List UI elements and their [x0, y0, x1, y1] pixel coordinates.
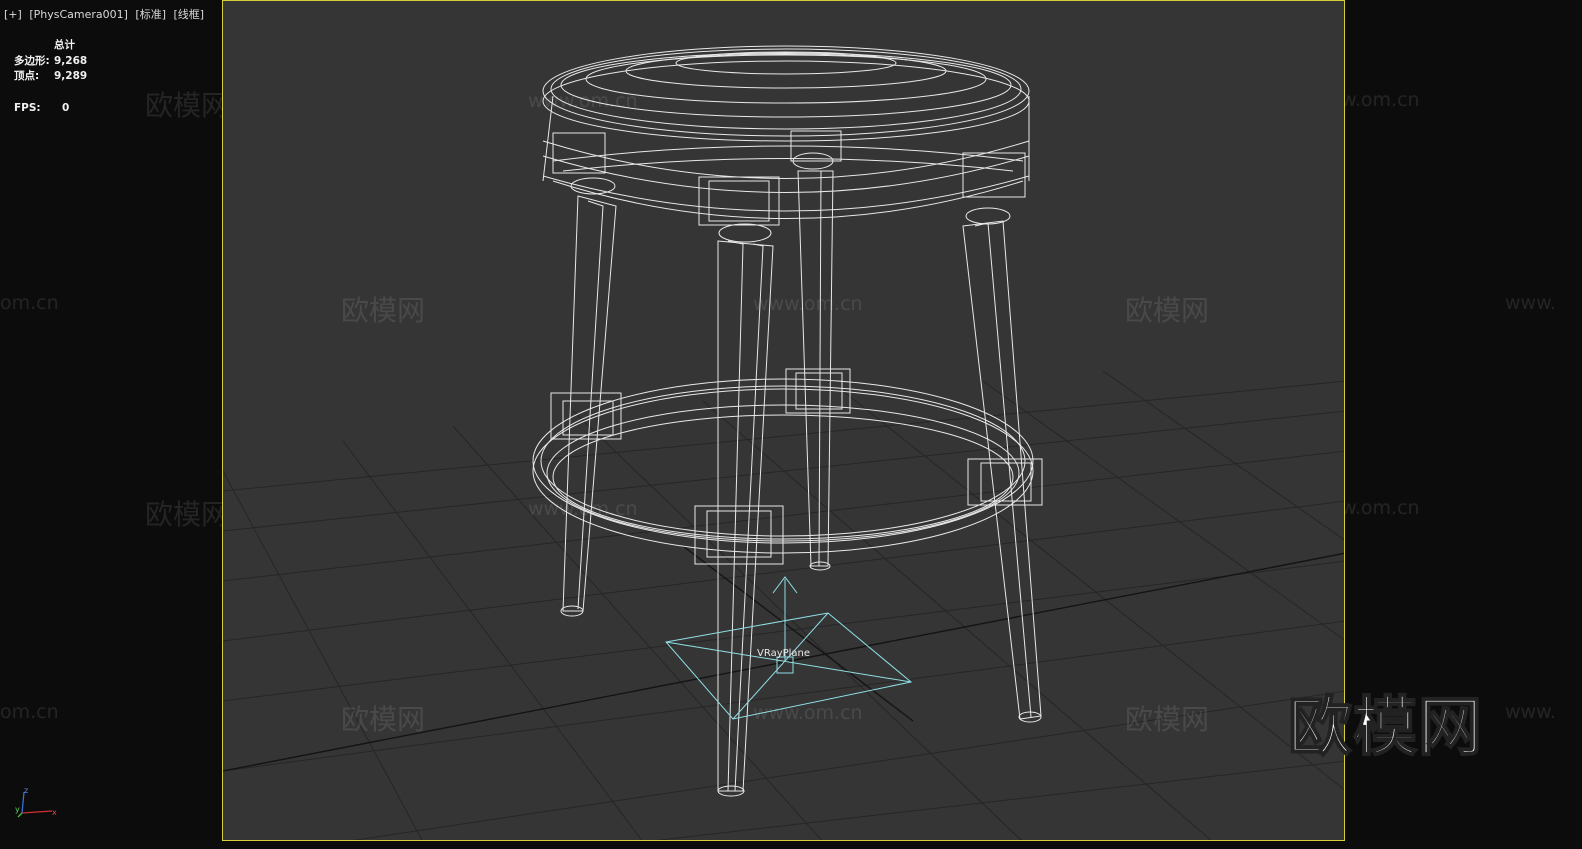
- watermark-url: www.om.cn: [528, 90, 638, 112]
- viewport-label[interactable]: [+] [PhysCamera001] [标准] [线框]: [4, 6, 208, 22]
- axis-y-label: y: [15, 805, 20, 814]
- watermark-url: om.cn: [0, 701, 59, 723]
- viewport-statistics: 总计 多边形: 9,268 顶点: 9,289 FPS: 0: [14, 38, 87, 116]
- axis-z-label: z: [24, 786, 28, 795]
- watermark-logo: 欧模网: [1125, 294, 1210, 327]
- watermark-logo: 欧模网: [1125, 703, 1210, 736]
- axis-tripod-icon: z x y: [12, 786, 58, 824]
- brand-logo: 欧模网: [1287, 690, 1483, 766]
- watermark-logo: 欧模网: [341, 703, 426, 736]
- watermark-logo: 欧模网: [341, 294, 426, 327]
- watermark-url: om.cn: [0, 292, 59, 314]
- shading-menu-button[interactable]: [标准]: [135, 8, 166, 21]
- watermark-url: www.: [1505, 292, 1556, 314]
- polygons-label: 多边形:: [14, 54, 50, 67]
- stool-wireframe[interactable]: [532, 45, 1043, 797]
- watermark-url: www.om.cn: [528, 498, 638, 520]
- camera-viewport[interactable]: VRayPlane 欧模网 欧模网 欧模网 欧模网 www.om.cn www.…: [222, 0, 1345, 841]
- fps-value: 0: [62, 101, 70, 114]
- watermark-logo: 欧模网: [145, 498, 230, 531]
- fps-label: FPS:: [14, 101, 41, 114]
- watermark-url: www.om.cn: [753, 293, 863, 315]
- polygons-value: 9,268: [54, 54, 88, 67]
- viewport-menu-button[interactable]: [+]: [4, 8, 22, 21]
- vertices-label: 顶点:: [14, 70, 40, 82]
- display-mode-button[interactable]: [线框]: [174, 8, 205, 21]
- ground-grid: [223, 370, 1344, 840]
- watermark-url: www.om.cn: [753, 702, 863, 724]
- stats-title: 总计: [54, 39, 75, 51]
- watermark-url: www.: [1505, 701, 1556, 723]
- vertices-value: 9,289: [54, 70, 88, 82]
- watermark-logo: 欧模网: [145, 89, 230, 122]
- axis-x-label: x: [52, 808, 57, 817]
- camera-menu-button[interactable]: [PhysCamera001]: [29, 8, 128, 21]
- vray-plane-label: VRayPlane: [757, 648, 810, 659]
